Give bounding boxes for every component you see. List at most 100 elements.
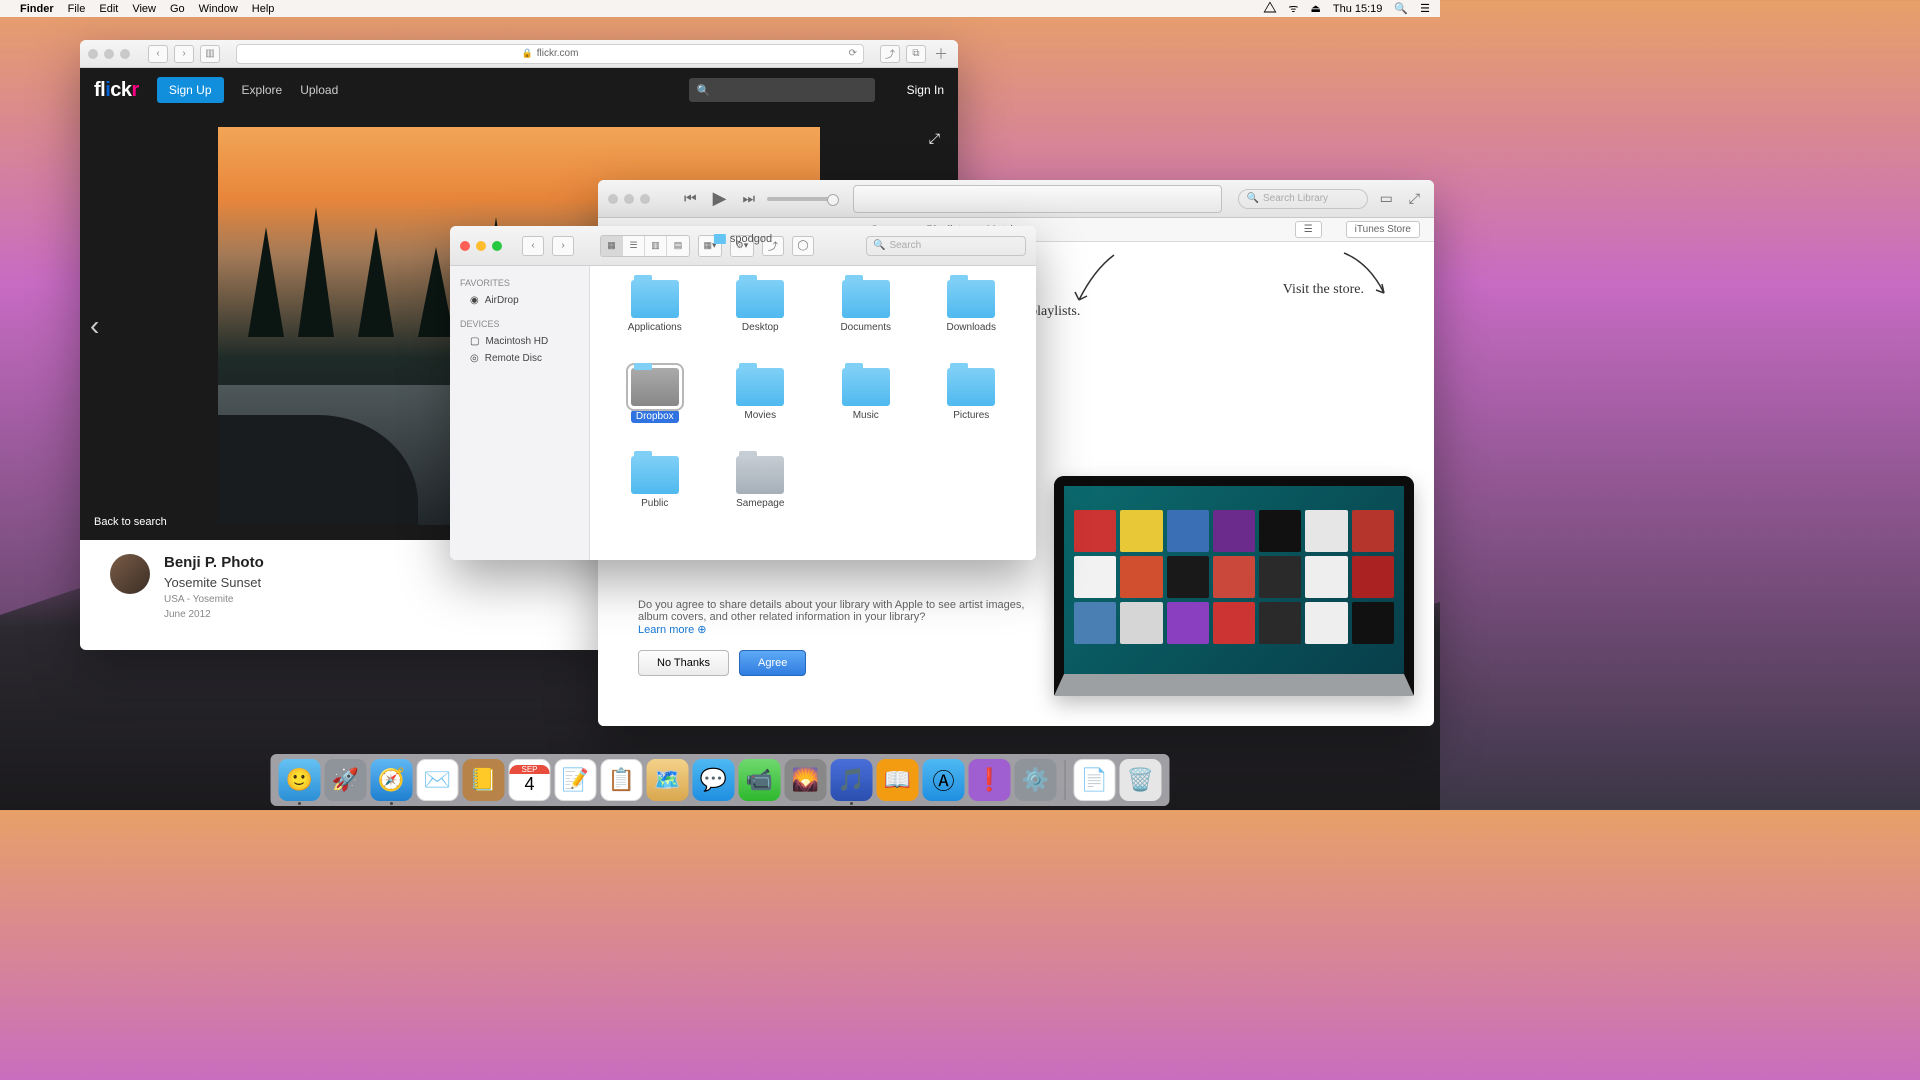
itunes-store-button[interactable]: iTunes Store <box>1346 221 1420 238</box>
dock-feedback[interactable]: ❗ <box>969 759 1011 801</box>
dock-messages[interactable]: 💬 <box>693 759 735 801</box>
folder-pictures[interactable]: Pictures <box>921 368 1023 452</box>
coverflow-view-button[interactable]: ▤ <box>667 236 689 256</box>
prev-track-button[interactable]: ⏮ <box>680 190 701 207</box>
dock-maps[interactable]: 🗺️ <box>647 759 689 801</box>
traffic-close[interactable] <box>88 49 98 59</box>
search-icon: 🔍 <box>873 240 885 251</box>
dock-ibooks[interactable]: 📖 <box>877 759 919 801</box>
dock-safari[interactable]: 🧭 <box>371 759 413 801</box>
menu-window[interactable]: Window <box>199 3 238 15</box>
finder-search-input[interactable]: 🔍Search <box>866 236 1026 256</box>
folder-documents[interactable]: Documents <box>815 280 917 364</box>
sidebar-item-airdrop[interactable]: ◉AirDrop <box>450 292 589 309</box>
flickr-search-input[interactable]: 🔍 <box>689 78 875 102</box>
miniplayer-button[interactable]: ▭ <box>1376 190 1397 207</box>
traffic-minimize[interactable] <box>476 241 486 251</box>
explore-link[interactable]: Explore <box>242 83 283 97</box>
list-view-button[interactable]: ☰ <box>623 236 645 256</box>
back-to-search-link[interactable]: Back to search <box>94 516 167 528</box>
folder-icon <box>714 234 726 244</box>
flickr-logo[interactable]: flickr <box>94 79 139 102</box>
dock-calendar[interactable]: SEP 4 <box>509 759 551 801</box>
flickr-header: flickr Sign Up Explore Upload 🔍 Sign In <box>80 68 958 112</box>
upload-link[interactable]: Upload <box>300 83 338 97</box>
traffic-zoom[interactable] <box>120 49 130 59</box>
share-button[interactable]: ⤴ <box>880 45 900 63</box>
hand-label-store: Visit the store. <box>1283 282 1364 298</box>
reload-icon[interactable]: ⟳ <box>849 48 857 59</box>
folder-samepage[interactable]: Samepage <box>710 456 812 540</box>
dock-mail[interactable]: ✉️ <box>417 759 459 801</box>
folder-movies[interactable]: Movies <box>710 368 812 452</box>
traffic-close[interactable] <box>460 241 470 251</box>
folder-downloads[interactable]: Downloads <box>921 280 1023 364</box>
dock-contacts[interactable]: 📒 <box>463 759 505 801</box>
folder-applications[interactable]: Applications <box>604 280 706 364</box>
folder-public[interactable]: Public <box>604 456 706 540</box>
library-search-input[interactable]: 🔍Search Library <box>1238 189 1368 209</box>
dock-trash[interactable]: 🗑️ <box>1120 759 1162 801</box>
dock-photos[interactable]: 🌄 <box>785 759 827 801</box>
eject-icon[interactable]: ⏏ <box>1310 2 1320 15</box>
itunes-toolbar: ⏮ ▶ ⏭ 🔍Search Library ▭ ⤢ <box>598 180 1434 218</box>
dock-reminders[interactable]: 📋 <box>601 759 643 801</box>
learn-more-link[interactable]: Learn more ⊕ <box>638 624 707 636</box>
finder-window: spodgod ‹ › ▦ ☰ ▥ ▤ ▦▾ ⚙▾ ⤴ ◯ 🔍Search Fa… <box>450 226 1036 560</box>
traffic-close[interactable] <box>608 194 618 204</box>
agree-button[interactable]: Agree <box>739 650 806 676</box>
tabs-button[interactable]: ⧉ <box>906 45 926 63</box>
menu-view[interactable]: View <box>132 3 156 15</box>
spotlight-icon[interactable]: 🔍 <box>1394 2 1408 15</box>
menu-edit[interactable]: Edit <box>99 3 118 15</box>
sidebar-item-macintosh-hd[interactable]: ▢Macintosh HD <box>450 333 589 350</box>
dock-document[interactable]: 📄 <box>1074 759 1116 801</box>
active-app-name[interactable]: Finder <box>20 3 54 15</box>
list-button[interactable]: ☰ <box>1295 221 1322 238</box>
traffic-zoom[interactable] <box>640 194 650 204</box>
sidebar-button[interactable]: ▥ <box>200 45 220 63</box>
fullscreen-button[interactable]: ⤢ <box>1405 190 1424 207</box>
column-view-button[interactable]: ▥ <box>645 236 667 256</box>
forward-button[interactable]: › <box>174 45 194 63</box>
dock-finder[interactable]: 🙂 <box>279 759 321 801</box>
signup-button[interactable]: Sign Up <box>157 77 224 103</box>
notification-center-icon[interactable]: ☰ <box>1420 2 1430 15</box>
dock-itunes[interactable]: 🎵 <box>831 759 873 801</box>
back-button[interactable]: ‹ <box>148 45 168 63</box>
traffic-minimize[interactable] <box>624 194 634 204</box>
wifi-icon[interactable]: ᯤ <box>1288 1 1298 16</box>
folder-dropbox[interactable]: Dropbox <box>604 368 706 452</box>
dock-notes[interactable]: 📝 <box>555 759 597 801</box>
new-tab-button[interactable]: ＋ <box>932 45 950 63</box>
dock-system-preferences[interactable]: ⚙️ <box>1015 759 1057 801</box>
sidebar-favorites-header: Favorites <box>450 274 589 292</box>
author-avatar[interactable] <box>110 554 150 594</box>
menu-go[interactable]: Go <box>170 3 185 15</box>
play-button[interactable]: ▶ <box>709 188 731 209</box>
icon-view-button[interactable]: ▦ <box>601 236 623 256</box>
back-button[interactable]: ‹ <box>522 236 544 256</box>
menu-file[interactable]: File <box>68 3 86 15</box>
no-thanks-button[interactable]: No Thanks <box>638 650 729 676</box>
prev-photo-arrow[interactable]: ‹ <box>90 310 99 342</box>
tags-button[interactable]: ◯ <box>792 236 814 256</box>
menubar: Finder File Edit View Go Window Help ⃤ ᯤ… <box>0 0 1440 17</box>
dock-launchpad[interactable]: 🚀 <box>325 759 367 801</box>
traffic-zoom[interactable] <box>492 241 502 251</box>
menubar-clock[interactable]: Thu 15:19 <box>1333 3 1383 15</box>
folder-desktop[interactable]: Desktop <box>710 280 812 364</box>
signin-link[interactable]: Sign In <box>907 83 944 97</box>
folder-music[interactable]: Music <box>815 368 917 452</box>
menu-help[interactable]: Help <box>252 3 275 15</box>
dock-facetime[interactable]: 📹 <box>739 759 781 801</box>
fullscreen-icon[interactable]: ⤢ <box>929 130 940 147</box>
address-bar[interactable]: 🔒 flickr.com ⟳ <box>236 44 864 64</box>
sidebar-item-remote-disc[interactable]: ◎Remote Disc <box>450 350 589 367</box>
volume-slider[interactable] <box>767 197 837 201</box>
traffic-minimize[interactable] <box>104 49 114 59</box>
forward-button[interactable]: › <box>552 236 574 256</box>
finder-content-grid[interactable]: Applications Desktop Documents Downloads… <box>590 266 1036 560</box>
next-track-button[interactable]: ⏭ <box>738 190 759 207</box>
dock-appstore[interactable]: Ⓐ <box>923 759 965 801</box>
